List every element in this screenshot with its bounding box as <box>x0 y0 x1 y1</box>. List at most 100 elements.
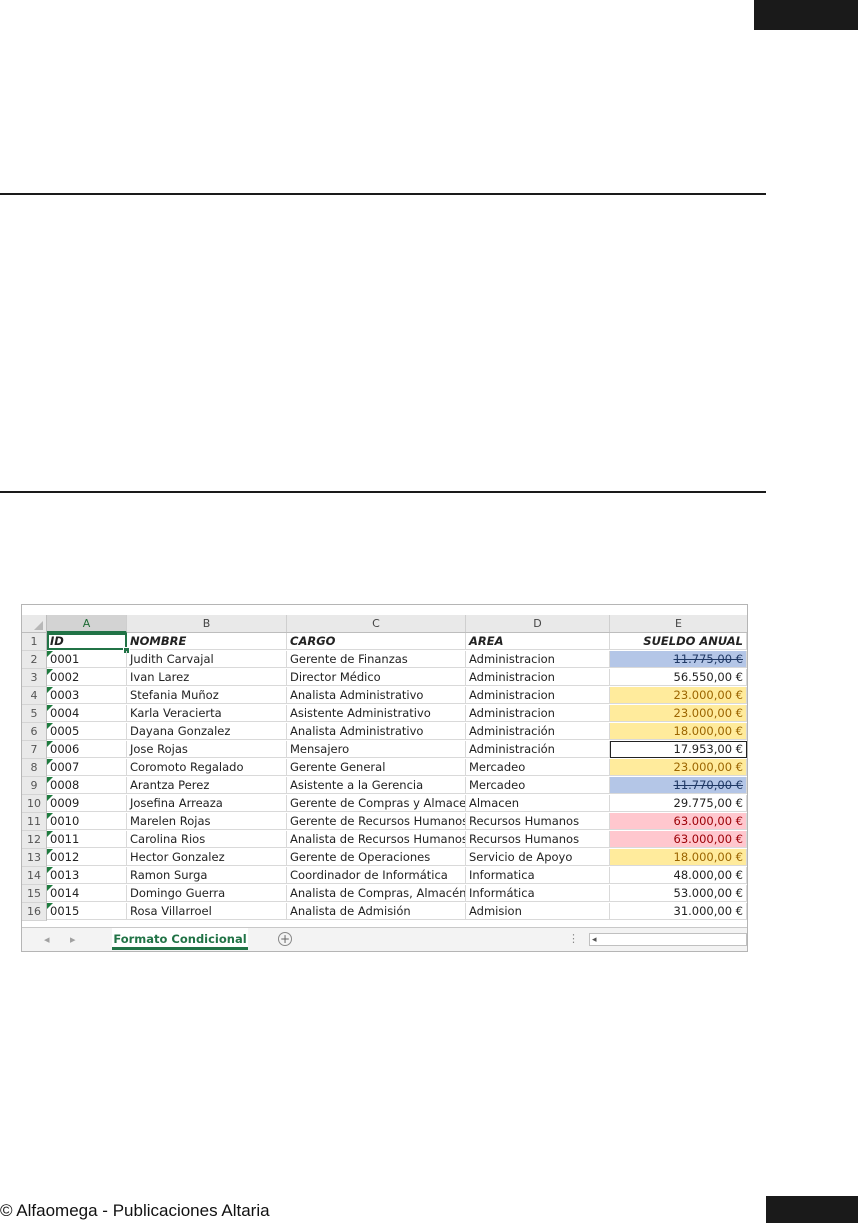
row-number[interactable]: 3 <box>22 669 47 687</box>
cell-area[interactable]: Mercadeo <box>466 777 610 794</box>
cell-cargo[interactable]: Asistente Administrativo <box>287 705 466 722</box>
cell-id[interactable]: 0002 <box>47 669 127 686</box>
row-number[interactable]: 16 <box>22 903 47 921</box>
cell-nombre[interactable]: Jose Rojas <box>127 741 287 758</box>
row-number[interactable]: 8 <box>22 759 47 777</box>
cell-nombre[interactable]: Karla Veracierta <box>127 705 287 722</box>
cell-id[interactable]: 0003 <box>47 687 127 704</box>
row-number[interactable]: 10 <box>22 795 47 813</box>
cell-sueldo[interactable]: 18.000,00 € <box>610 723 747 740</box>
cell-sueldo[interactable]: 56.550,00 € <box>610 669 747 686</box>
cell-nombre[interactable]: Arantza Perez <box>127 777 287 794</box>
cell-cargo[interactable]: Gerente de Finanzas <box>287 651 466 668</box>
cell-sueldo[interactable]: 63.000,00 € <box>610 813 747 830</box>
cell-id[interactable]: 0012 <box>47 849 127 866</box>
cell-cargo[interactable]: Analista Administrativo <box>287 687 466 704</box>
cell-id[interactable]: 0006 <box>47 741 127 758</box>
cell-area[interactable]: AREA <box>466 633 610 650</box>
cell-area[interactable]: Almacen <box>466 795 610 812</box>
select-all-corner[interactable] <box>22 615 47 632</box>
cell-sueldo[interactable]: 53.000,00 € <box>610 885 747 902</box>
cell-sueldo[interactable]: 29.775,00 € <box>610 795 747 812</box>
column-header-b[interactable]: B <box>127 615 287 632</box>
cell-cargo[interactable]: Gerente de Recursos Humanos <box>287 813 466 830</box>
cell-nombre[interactable]: Ivan Larez <box>127 669 287 686</box>
cell-nombre[interactable]: Josefina Arreaza <box>127 795 287 812</box>
row-number[interactable]: 11 <box>22 813 47 831</box>
column-header-d[interactable]: D <box>466 615 610 632</box>
cell-sueldo[interactable]: 31.000,00 € <box>610 903 747 920</box>
row-number[interactable]: 4 <box>22 687 47 705</box>
cell-nombre[interactable]: Rosa Villarroel <box>127 903 287 920</box>
cell-sueldo[interactable]: 18.000,00 € <box>610 849 747 866</box>
more-options-icon[interactable]: ⋮ <box>568 932 579 945</box>
cell-sueldo[interactable]: 48.000,00 € <box>610 867 747 884</box>
cell-nombre[interactable]: Ramon Surga <box>127 867 287 884</box>
cell-nombre[interactable]: Coromoto Regalado <box>127 759 287 776</box>
cell-id[interactable]: 0015 <box>47 903 127 920</box>
cell-area[interactable]: Admision <box>466 903 610 920</box>
cell-nombre[interactable]: Judith Carvajal <box>127 651 287 668</box>
cell-cargo[interactable]: Analista de Recursos Humanos <box>287 831 466 848</box>
cell-cargo[interactable]: Gerente de Compras y Almacen <box>287 795 466 812</box>
cell-cargo[interactable]: Asistente a la Gerencia <box>287 777 466 794</box>
cell-nombre[interactable]: Stefania Muñoz <box>127 687 287 704</box>
scroll-tabs-left-icon[interactable]: ◂ <box>44 933 50 946</box>
cell-sueldo[interactable]: 23.000,00 € <box>610 687 747 704</box>
sheet-tab-formato-condicional[interactable]: Formato Condicional <box>112 928 248 950</box>
cell-cargo[interactable]: CARGO <box>287 633 466 650</box>
row-number[interactable]: 6 <box>22 723 47 741</box>
cell-id[interactable]: 0009 <box>47 795 127 812</box>
row-number[interactable]: 15 <box>22 885 47 903</box>
cell-sueldo[interactable]: 11.775,00 € <box>610 651 747 668</box>
cell-cargo[interactable]: Gerente General <box>287 759 466 776</box>
cell-cargo[interactable]: Coordinador de Informática <box>287 867 466 884</box>
cell-area[interactable]: Mercadeo <box>466 759 610 776</box>
cell-area[interactable]: Administracion <box>466 705 610 722</box>
column-header-a[interactable]: A <box>47 615 127 633</box>
column-header-e[interactable]: E <box>610 615 747 632</box>
cell-nombre[interactable]: NOMBRE <box>127 633 287 650</box>
row-number[interactable]: 9 <box>22 777 47 795</box>
cell-cargo[interactable]: Director Médico <box>287 669 466 686</box>
cell-id[interactable]: 0007 <box>47 759 127 776</box>
cell-id[interactable]: 0008 <box>47 777 127 794</box>
cell-id[interactable]: ID <box>47 633 127 650</box>
cell-id[interactable]: 0010 <box>47 813 127 830</box>
cell-cargo[interactable]: Analista Administrativo <box>287 723 466 740</box>
cell-area[interactable]: Informática <box>466 885 610 902</box>
cell-sueldo[interactable]: 17.953,00 € <box>610 741 747 758</box>
cell-cargo[interactable]: Analista de Admisión <box>287 903 466 920</box>
row-number[interactable]: 12 <box>22 831 47 849</box>
cell-area[interactable]: Administración <box>466 723 610 740</box>
cell-area[interactable]: Informatica <box>466 867 610 884</box>
row-number[interactable]: 5 <box>22 705 47 723</box>
cell-sueldo[interactable]: 23.000,00 € <box>610 705 747 722</box>
cell-id[interactable]: 0014 <box>47 885 127 902</box>
column-header-c[interactable]: C <box>287 615 466 632</box>
cell-sueldo[interactable]: SUELDO ANUAL <box>610 633 747 650</box>
row-number[interactable]: 1 <box>22 633 47 651</box>
cell-id[interactable]: 0001 <box>47 651 127 668</box>
add-sheet-icon[interactable]: + <box>278 932 292 946</box>
cell-area[interactable]: Administracion <box>466 687 610 704</box>
cell-area[interactable]: Servicio de Apoyo <box>466 849 610 866</box>
cell-area[interactable]: Administración <box>466 741 610 758</box>
cell-nombre[interactable]: Domingo Guerra <box>127 885 287 902</box>
cell-cargo[interactable]: Analista de Compras, Almacén e <box>287 885 466 902</box>
row-number[interactable]: 14 <box>22 867 47 885</box>
cell-id[interactable]: 0011 <box>47 831 127 848</box>
cell-nombre[interactable]: Dayana Gonzalez <box>127 723 287 740</box>
scroll-left-icon[interactable]: ◂ <box>592 934 597 946</box>
cell-nombre[interactable]: Hector Gonzalez <box>127 849 287 866</box>
cell-nombre[interactable]: Carolina Rios <box>127 831 287 848</box>
cell-area[interactable]: Administracion <box>466 651 610 668</box>
cell-sueldo[interactable]: 11.770,00 € <box>610 777 747 794</box>
row-number[interactable]: 13 <box>22 849 47 867</box>
cell-id[interactable]: 0004 <box>47 705 127 722</box>
cell-cargo[interactable]: Gerente de Operaciones <box>287 849 466 866</box>
row-number[interactable]: 7 <box>22 741 47 759</box>
cell-id[interactable]: 0005 <box>47 723 127 740</box>
cell-cargo[interactable]: Mensajero <box>287 741 466 758</box>
cell-nombre[interactable]: Marelen Rojas <box>127 813 287 830</box>
